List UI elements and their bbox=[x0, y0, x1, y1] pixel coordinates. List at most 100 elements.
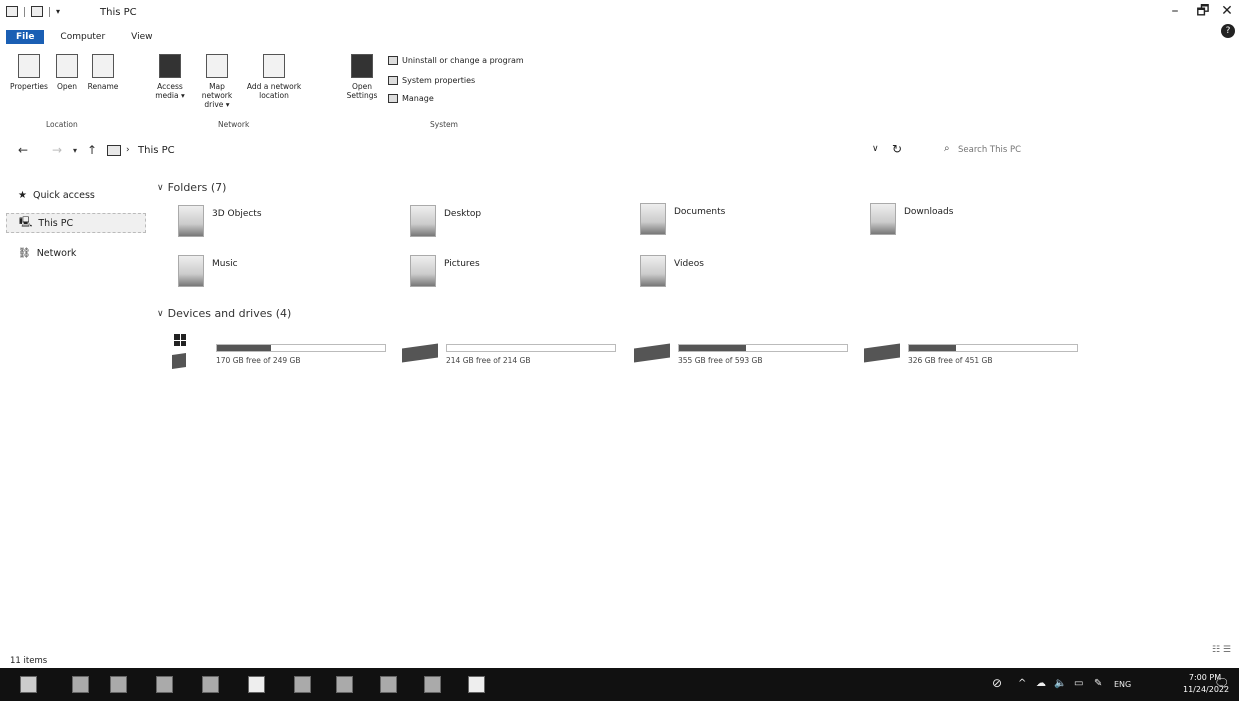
drive-item[interactable]: 326 GB free of 451 GB bbox=[864, 334, 1084, 374]
open-button[interactable]: Open bbox=[52, 54, 82, 91]
properties-button[interactable]: Properties bbox=[6, 54, 52, 91]
network-status-icon[interactable]: ⊘ bbox=[992, 676, 1002, 690]
computer-icon[interactable] bbox=[6, 6, 18, 17]
3d-objects-icon bbox=[178, 205, 204, 237]
gear-icon bbox=[351, 54, 373, 78]
title-bar: ▾ This PC – 🗗 ✕ bbox=[0, 0, 1239, 24]
address-dropdown-icon[interactable]: ∨ bbox=[872, 144, 879, 154]
divider bbox=[24, 6, 25, 17]
forward-icon[interactable]: → bbox=[52, 143, 62, 157]
breadcrumb-this-pc[interactable]: This PC bbox=[138, 145, 175, 156]
refresh-icon[interactable]: ↻ bbox=[892, 142, 902, 156]
videos-icon bbox=[640, 255, 666, 287]
recent-locations-icon[interactable]: ▾ bbox=[73, 146, 77, 155]
navigation-bar: ← → ▾ ↑ › This PC ∨ ↻ ⌕ bbox=[0, 140, 1239, 162]
folder-downloads[interactable]: Downloads bbox=[870, 203, 953, 235]
notifications-icon[interactable]: 🗨 bbox=[1214, 676, 1229, 690]
folders-header-label: Folders (7) bbox=[167, 181, 227, 194]
drives-section-header[interactable]: ∨ Devices and drives (4) bbox=[157, 307, 291, 320]
system-properties-button[interactable]: System properties bbox=[388, 76, 475, 85]
window-title: This PC bbox=[100, 7, 137, 18]
taskbar-app[interactable] bbox=[248, 676, 265, 693]
search-icon: ⌕ bbox=[944, 143, 950, 154]
folders-section-header[interactable]: ∨ Folders (7) bbox=[157, 181, 226, 194]
pen-icon[interactable]: ✎ bbox=[1094, 678, 1102, 689]
properties-icon[interactable] bbox=[31, 6, 43, 17]
drive-free-space: 326 GB free of 451 GB bbox=[908, 356, 993, 365]
sidebar-item-this-pc[interactable]: 🖳 This PC bbox=[6, 213, 146, 233]
ribbon: Properties Open Rename Location Access m… bbox=[0, 48, 1239, 130]
up-icon[interactable]: ↑ bbox=[87, 143, 97, 157]
folder-videos[interactable]: Videos bbox=[640, 255, 704, 287]
computer-icon: 🖳 bbox=[19, 216, 33, 228]
minimize-button[interactable]: – bbox=[1160, 2, 1190, 22]
taskbar-app[interactable] bbox=[380, 676, 397, 693]
cloud-icon[interactable]: ☁ bbox=[1036, 678, 1046, 689]
tab-computer[interactable]: Computer bbox=[50, 30, 115, 44]
customize-dropdown-icon[interactable]: ▾ bbox=[56, 7, 60, 16]
uninstall-program-button[interactable]: Uninstall or change a program bbox=[388, 56, 524, 65]
wifi-icon[interactable]: ▭ bbox=[1074, 678, 1083, 689]
sidebar-item-quick-access[interactable]: ★ Quick access bbox=[18, 190, 95, 201]
rename-button[interactable]: Rename bbox=[84, 54, 122, 91]
help-icon[interactable]: ? bbox=[1221, 24, 1235, 38]
collapse-chevron-icon: ∨ bbox=[157, 182, 164, 193]
folder-label: Documents bbox=[674, 207, 726, 217]
folder-desktop[interactable]: Desktop bbox=[410, 205, 481, 237]
taskbar-app[interactable] bbox=[468, 676, 485, 693]
show-hidden-icons-icon[interactable]: ^ bbox=[1018, 678, 1026, 689]
rename-icon bbox=[92, 54, 114, 78]
tab-file[interactable]: File bbox=[6, 30, 45, 44]
drive-usage-bar bbox=[446, 344, 616, 352]
taskbar-app[interactable] bbox=[156, 676, 173, 693]
drive-item[interactable]: 355 GB free of 593 GB bbox=[634, 334, 854, 374]
system-properties-icon bbox=[388, 76, 398, 85]
taskbar-app[interactable] bbox=[294, 676, 311, 693]
sidebar-item-label: Network bbox=[36, 248, 77, 259]
view-toggle-icon[interactable]: ☷ ☰ bbox=[1212, 645, 1231, 655]
taskbar-app[interactable] bbox=[336, 676, 353, 693]
add-network-location-button[interactable]: Add a network location bbox=[244, 54, 304, 100]
music-icon bbox=[178, 255, 204, 287]
system-properties-label: System properties bbox=[402, 76, 476, 85]
sidebar-item-network[interactable]: ⛓ Network bbox=[18, 248, 76, 259]
star-icon: ★ bbox=[18, 190, 27, 201]
open-settings-button[interactable]: Open Settings bbox=[343, 54, 381, 100]
uninstall-icon bbox=[388, 56, 398, 65]
folder-music[interactable]: Music bbox=[178, 255, 238, 287]
taskbar-app[interactable] bbox=[202, 676, 219, 693]
close-button[interactable]: ✕ bbox=[1212, 2, 1239, 22]
tab-view[interactable]: View bbox=[121, 30, 162, 44]
taskbar-app[interactable] bbox=[72, 676, 89, 693]
ribbon-tabs: File Computer View bbox=[6, 30, 169, 44]
map-network-drive-button[interactable]: Map network drive ▾ bbox=[194, 54, 240, 109]
manage-button[interactable]: Manage bbox=[388, 94, 434, 103]
drive-item[interactable]: 170 GB free of 249 GB bbox=[172, 334, 392, 374]
folder-3d-objects[interactable]: 3D Objects bbox=[178, 205, 262, 237]
drive-item[interactable]: 214 GB free of 214 GB bbox=[402, 334, 622, 374]
volume-icon[interactable]: 🔈 bbox=[1054, 678, 1066, 689]
back-icon[interactable]: ← bbox=[18, 143, 28, 157]
search-input[interactable] bbox=[958, 143, 1108, 157]
start-button[interactable] bbox=[20, 676, 37, 693]
taskbar-app[interactable] bbox=[424, 676, 441, 693]
pictures-icon bbox=[410, 255, 436, 287]
manage-label: Manage bbox=[402, 94, 434, 103]
access-media-button[interactable]: Access media ▾ bbox=[152, 54, 188, 100]
drive-free-space: 214 GB free of 214 GB bbox=[446, 356, 531, 365]
hard-drive-icon bbox=[864, 343, 900, 363]
file-explorer-window: ▾ This PC – 🗗 ✕ File Computer View ? Pro… bbox=[0, 0, 1239, 701]
breadcrumb-separator-icon[interactable]: › bbox=[126, 145, 130, 155]
folder-label: Desktop bbox=[444, 209, 482, 219]
language-indicator[interactable]: ENG bbox=[1114, 680, 1131, 689]
manage-icon bbox=[388, 94, 398, 103]
taskbar-app[interactable] bbox=[110, 676, 127, 693]
divider bbox=[49, 6, 50, 17]
folder-documents[interactable]: Documents bbox=[640, 203, 725, 235]
open-label: Open bbox=[56, 82, 78, 91]
folder-pictures[interactable]: Pictures bbox=[410, 255, 480, 287]
folder-label: Music bbox=[212, 259, 238, 269]
location-group-label: Location bbox=[46, 120, 78, 129]
network-location-icon bbox=[263, 54, 285, 78]
folder-label: 3D Objects bbox=[212, 209, 262, 219]
